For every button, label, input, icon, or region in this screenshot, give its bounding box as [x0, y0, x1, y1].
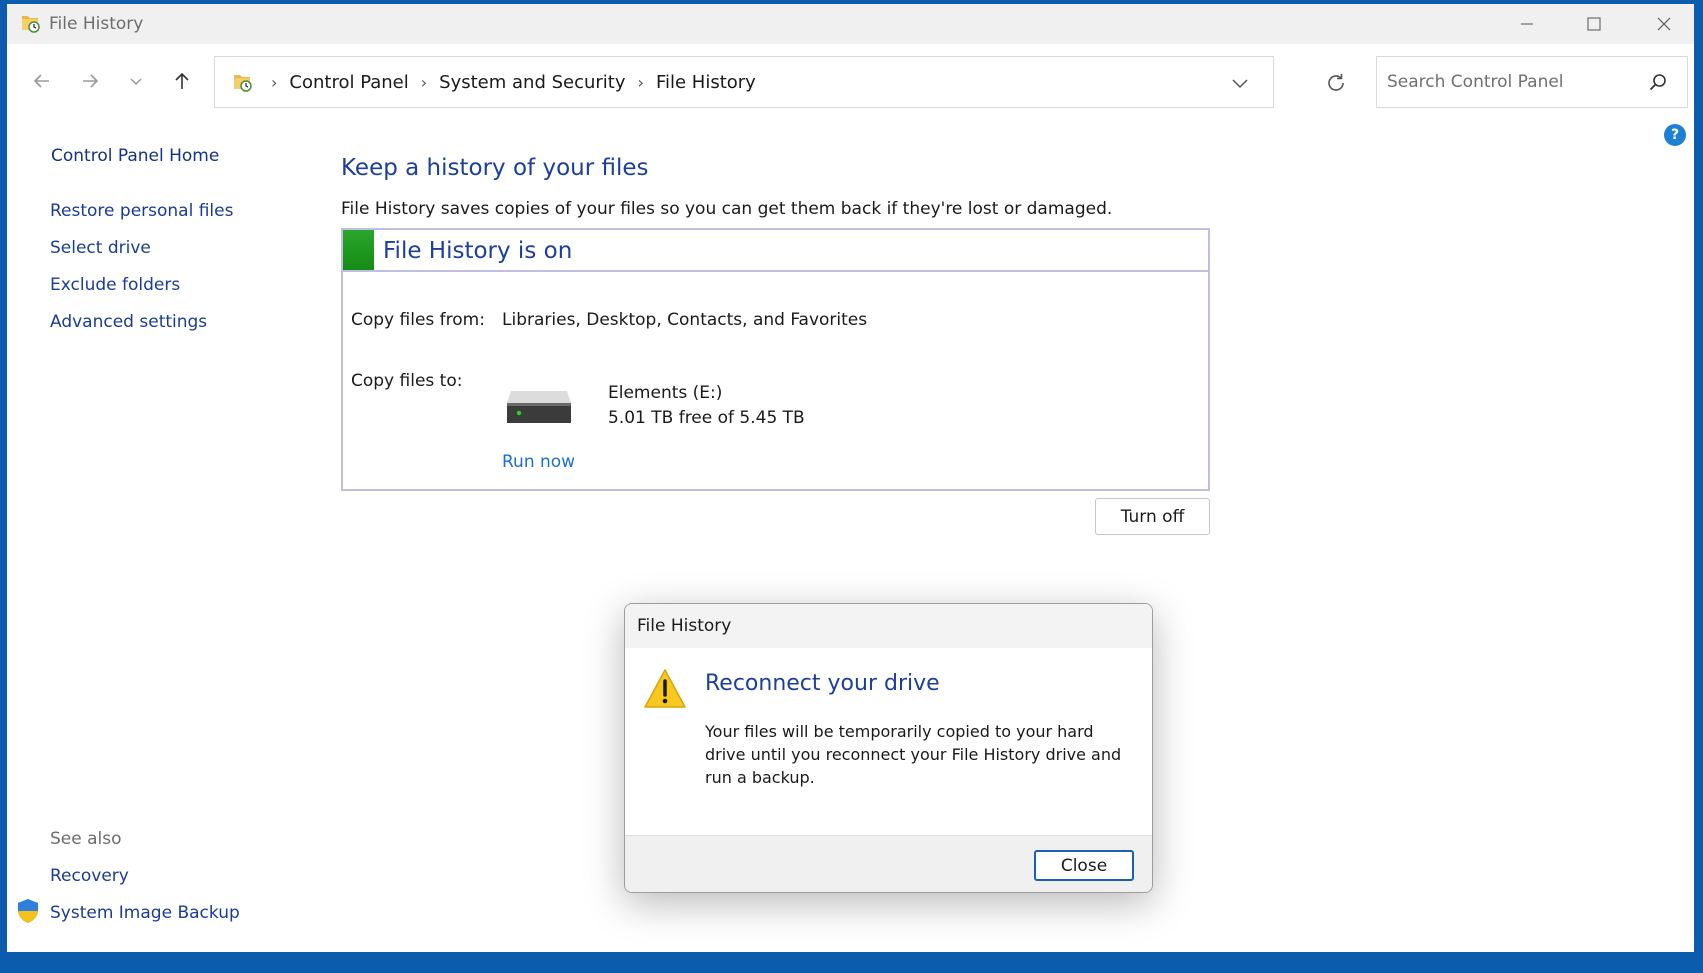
- maximize-icon: [1587, 17, 1601, 31]
- reconnect-drive-dialog: File History Reconnect your drive Your f…: [624, 603, 1153, 893]
- breadcrumb-system-and-security[interactable]: System and Security: [439, 72, 625, 93]
- arrow-right-icon: [83, 74, 99, 88]
- back-button[interactable]: [27, 66, 57, 96]
- help-icon[interactable]: ?: [1664, 124, 1686, 146]
- breadcrumb: › Control Panel › System and Security › …: [259, 57, 756, 107]
- recent-locations-button[interactable]: [121, 66, 151, 96]
- page-title: Keep a history of your files: [341, 155, 649, 181]
- chevron-right-icon: ›: [420, 72, 428, 92]
- sidebar-item-restore-personal-files[interactable]: Restore personal files: [50, 201, 233, 221]
- status-header: File History is on: [343, 230, 1208, 272]
- search-box: [1376, 56, 1688, 108]
- shield-icon: [18, 899, 38, 923]
- copy-to-label: Copy files to:: [351, 371, 463, 391]
- breadcrumb-control-panel[interactable]: Control Panel: [289, 72, 408, 93]
- search-input[interactable]: [1387, 67, 1637, 97]
- drive-name: Elements (E:): [608, 383, 723, 403]
- dialog-footer: Close: [625, 835, 1152, 892]
- dialog-title: File History: [637, 616, 732, 636]
- hard-drive-icon: [507, 391, 571, 423]
- chevron-right-icon: ›: [271, 72, 278, 92]
- dialog-heading: Reconnect your drive: [705, 671, 940, 696]
- up-button[interactable]: [167, 66, 197, 96]
- arrow-left-icon: [33, 74, 49, 88]
- chevron-right-icon: ›: [637, 72, 644, 92]
- copy-from-value: Libraries, Desktop, Contacts, and Favori…: [502, 310, 868, 330]
- status-indicator: [343, 230, 374, 270]
- dialog-close-button[interactable]: Close: [1034, 850, 1134, 881]
- status-text: File History is on: [383, 238, 573, 264]
- dialog-message: Your files will be temporarily copied to…: [705, 722, 1122, 787]
- refresh-icon: [1328, 74, 1344, 91]
- file-history-window: File History › Control Panel › System an…: [7, 4, 1694, 952]
- file-history-folder-icon: [234, 75, 252, 92]
- see-also-recovery[interactable]: Recovery: [50, 866, 129, 886]
- search-icon[interactable]: [1647, 71, 1669, 93]
- sidebar-item-exclude-folders[interactable]: Exclude folders: [50, 275, 180, 295]
- file-history-folder-icon: [22, 16, 40, 33]
- window-title: File History: [49, 14, 144, 34]
- drive-space: 5.01 TB free of 5.45 TB: [608, 408, 805, 428]
- sidebar-item-advanced-settings[interactable]: Advanced settings: [50, 312, 207, 332]
- status-panel: File History is on Copy files from: Libr…: [341, 228, 1210, 491]
- sidebar-control-panel-home[interactable]: Control Panel Home: [51, 146, 219, 166]
- page-description: File History saves copies of your files …: [341, 199, 1113, 219]
- dialog-title-bar: File History: [625, 604, 1152, 648]
- chevron-down-icon: [130, 78, 142, 86]
- run-now-link[interactable]: Run now: [502, 452, 575, 472]
- see-also-label: See also: [50, 829, 122, 849]
- address-bar[interactable]: › Control Panel › System and Security › …: [214, 56, 1274, 108]
- refresh-button[interactable]: [1320, 67, 1352, 99]
- see-also-system-image-backup[interactable]: System Image Backup: [50, 903, 240, 923]
- close-icon: [1657, 17, 1671, 31]
- chevron-down-icon: [1232, 79, 1248, 89]
- turn-off-button[interactable]: Turn off: [1095, 498, 1210, 535]
- address-dropdown-button[interactable]: [1225, 70, 1255, 96]
- minimize-icon: [1521, 23, 1533, 25]
- forward-button[interactable]: [75, 66, 105, 96]
- breadcrumb-file-history[interactable]: File History: [656, 72, 756, 93]
- close-window-button[interactable]: [1629, 4, 1694, 44]
- arrow-up-icon: [175, 72, 189, 89]
- sidebar-item-select-drive[interactable]: Select drive: [50, 238, 151, 258]
- copy-from-label: Copy files from:: [351, 310, 485, 330]
- title-bar: File History: [7, 4, 1694, 44]
- minimize-button[interactable]: [1492, 4, 1562, 44]
- warning-icon: [644, 669, 686, 708]
- maximize-button[interactable]: [1559, 4, 1629, 44]
